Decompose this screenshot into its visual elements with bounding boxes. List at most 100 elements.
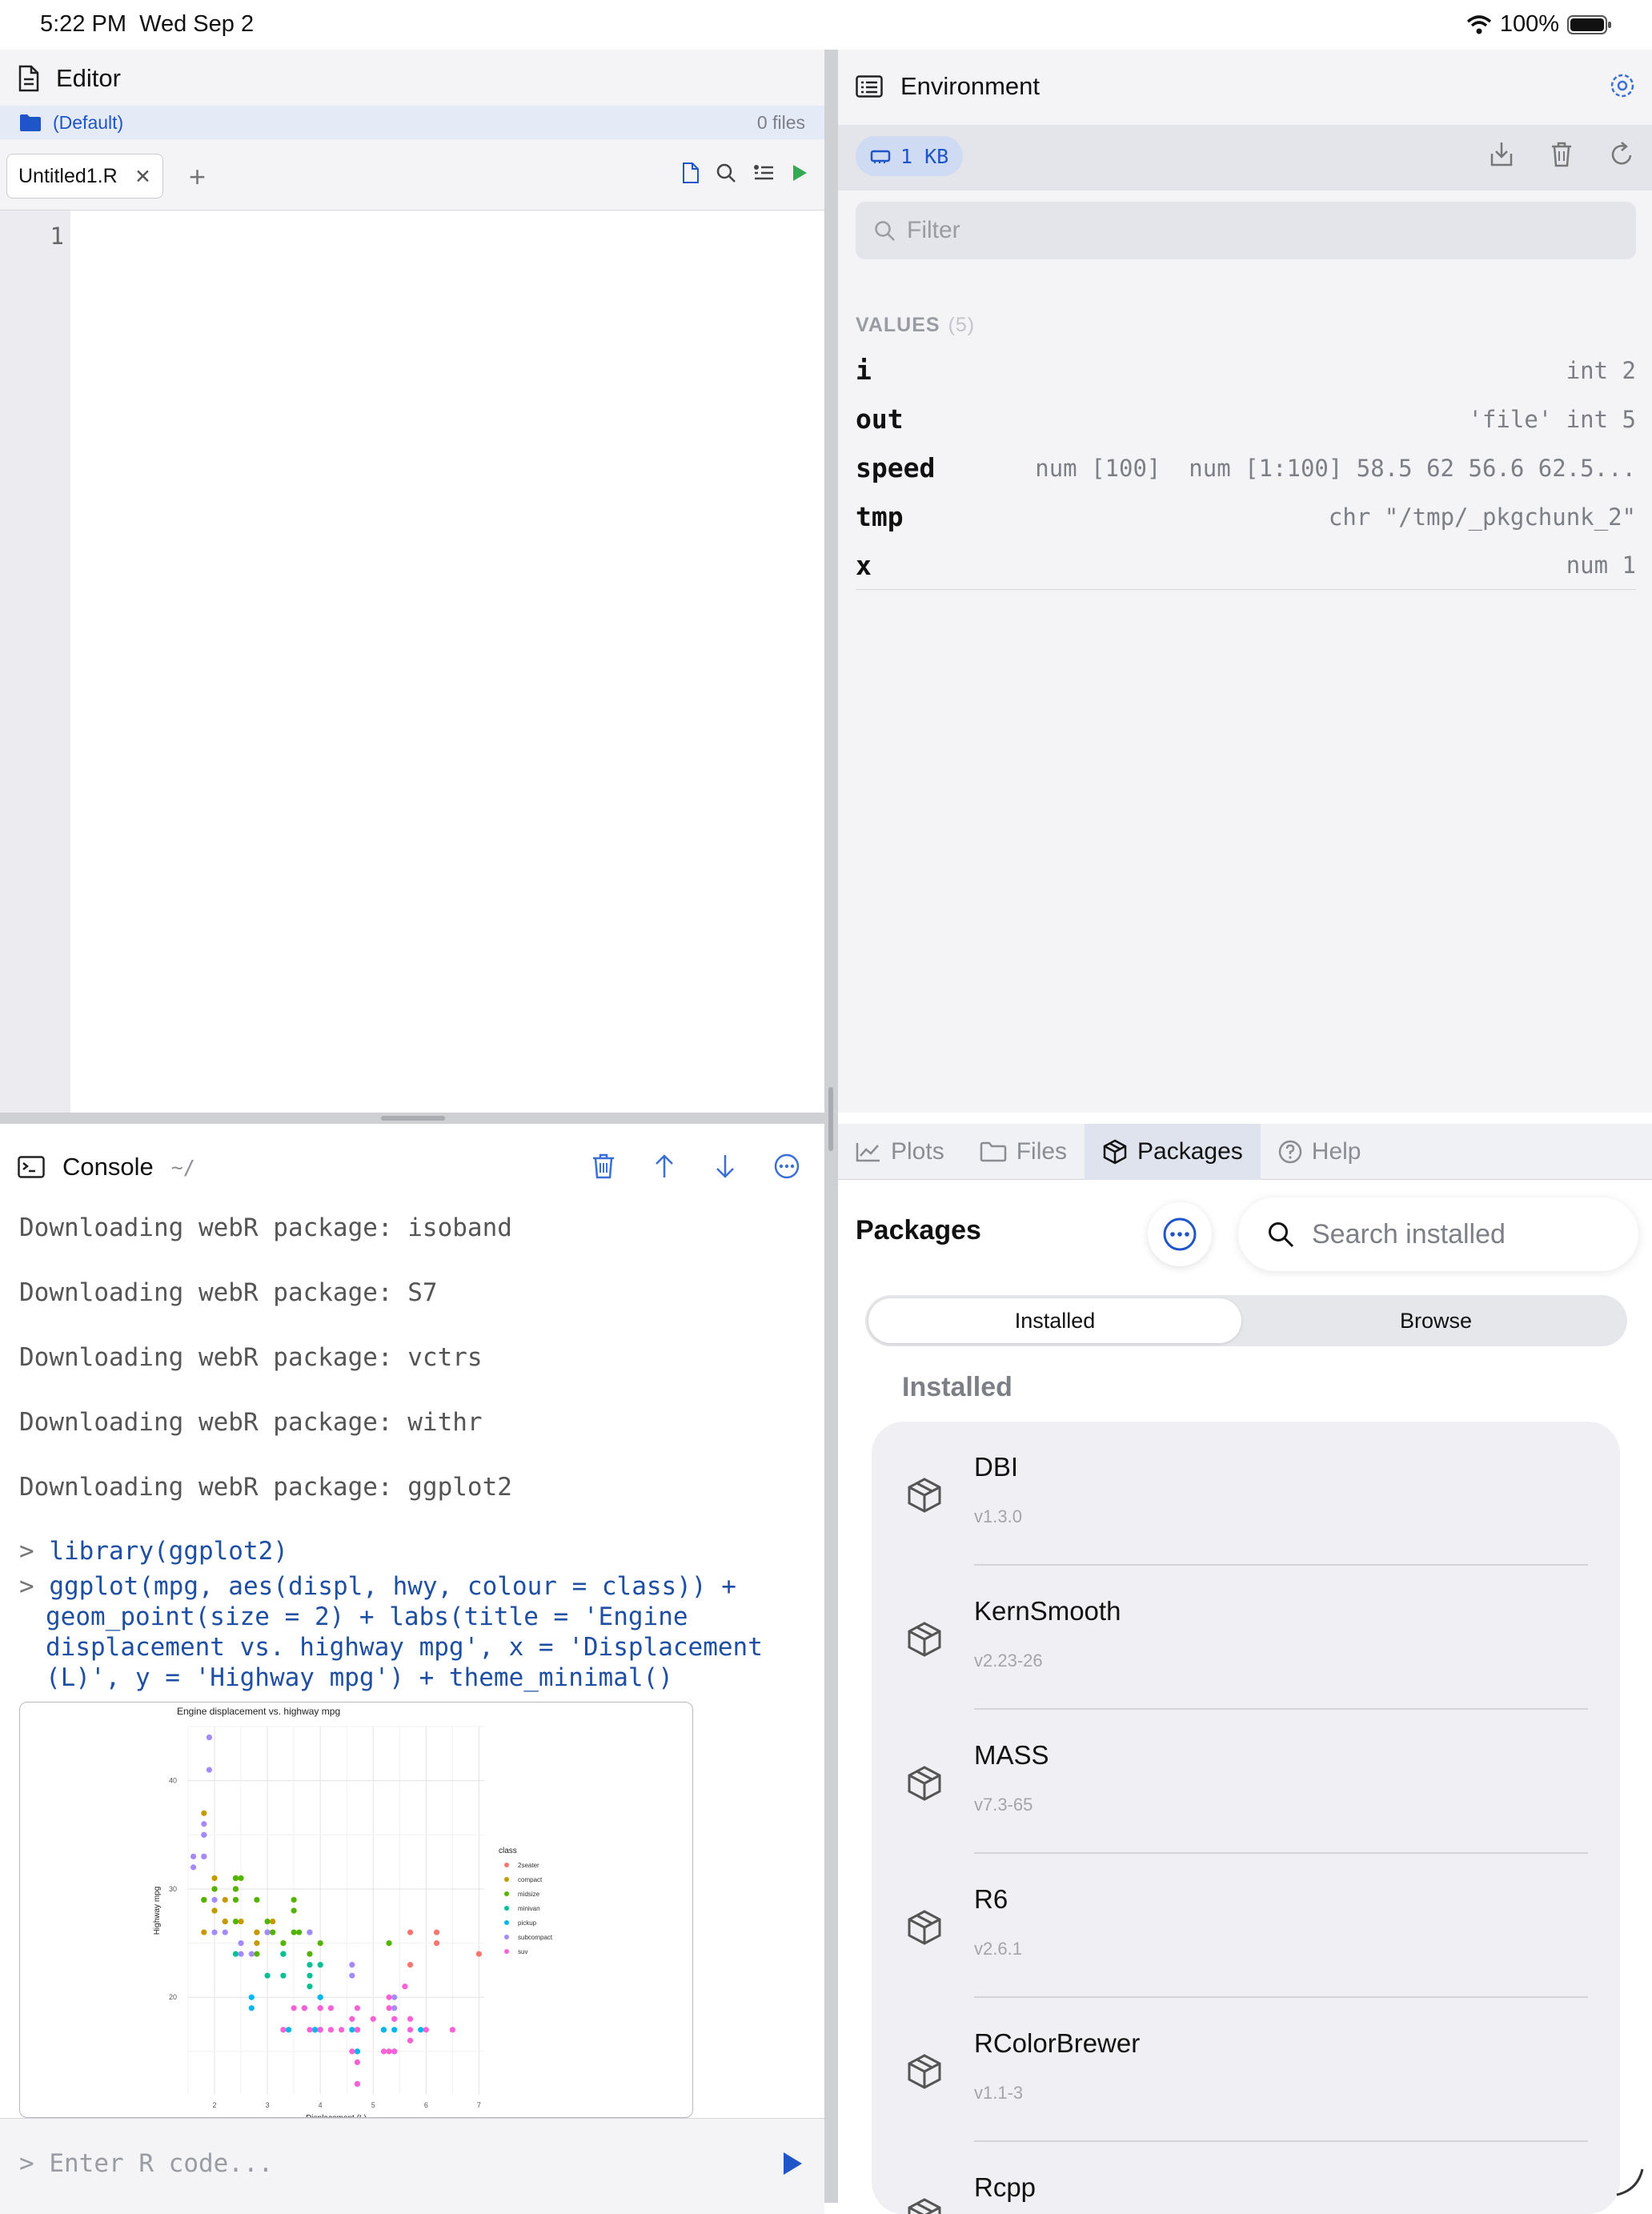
data-point: [433, 1939, 440, 1947]
data-point: [370, 2015, 376, 2022]
data-point: [201, 1853, 207, 1859]
vertical-split-divider[interactable]: [824, 50, 838, 2203]
data-point: [339, 2027, 345, 2033]
import-icon[interactable]: [1489, 141, 1514, 168]
settings-icon[interactable]: [1609, 72, 1636, 99]
history-up-icon[interactable]: [652, 1153, 677, 1180]
search-placeholder: Search installed: [1312, 1218, 1506, 1249]
left-split-divider[interactable]: [0, 1113, 824, 1124]
data-point: [206, 1767, 213, 1773]
tab-plots[interactable]: Plots: [838, 1124, 962, 1180]
data-point: [264, 1972, 271, 1979]
console-input[interactable]: > Enter R code...: [0, 2118, 824, 2214]
document-icon: [18, 65, 40, 92]
data-point: [291, 1896, 297, 1903]
status-time: 5:22 PM Wed Sep 2: [40, 11, 255, 37]
tab-packages[interactable]: Packages: [1085, 1124, 1261, 1180]
package-name: R6: [974, 1884, 1008, 1914]
variable-name: out: [856, 403, 904, 435]
data-point: [349, 1972, 355, 1979]
data-point: [248, 1951, 255, 1957]
package-row[interactable]: DBI v1.3.0: [872, 1422, 1620, 1566]
y-axis-label: Highway mpg: [153, 1887, 162, 1935]
add-tab-button[interactable]: +: [189, 160, 206, 194]
send-icon[interactable]: [781, 2151, 804, 2176]
trash-icon[interactable]: [1550, 141, 1574, 168]
data-point: [211, 1875, 218, 1882]
editor-title: Editor: [56, 64, 121, 92]
chart-icon: [856, 1141, 881, 1162]
search-icon[interactable]: [716, 162, 736, 183]
environment-header: Environment: [856, 72, 1040, 101]
data-point: [354, 2027, 361, 2033]
variable-row[interactable]: i int 2: [856, 346, 1636, 395]
segment-browse[interactable]: Browse: [1249, 1298, 1622, 1343]
memory-badge[interactable]: 1 KB: [856, 136, 964, 176]
tab-help[interactable]: Help: [1261, 1124, 1379, 1180]
data-point: [354, 2059, 361, 2066]
data-point: [254, 1929, 260, 1935]
variable-row[interactable]: tmp chr "/tmp/_pkgchunk_2": [856, 492, 1636, 541]
package-icon: [905, 1476, 944, 1514]
status-right: 100%: [1466, 11, 1612, 38]
trash-icon[interactable]: [591, 1153, 616, 1180]
data-point: [380, 2027, 387, 2033]
variable-name: x: [856, 549, 872, 581]
filter-input[interactable]: Filter: [856, 202, 1636, 259]
run-icon[interactable]: [791, 163, 808, 182]
y-tick-label: 20: [169, 1993, 177, 2001]
data-point: [285, 2027, 292, 2033]
data-point: [232, 1886, 239, 1892]
segment-installed[interactable]: Installed: [868, 1298, 1241, 1343]
resize-corner-icon[interactable]: [1614, 2166, 1646, 2198]
line-number: 1: [50, 223, 64, 250]
tab-files[interactable]: Files: [962, 1124, 1085, 1180]
data-point: [354, 2048, 361, 2055]
terminal-icon: [18, 1156, 45, 1178]
variable-row[interactable]: out 'file' int 5: [856, 395, 1636, 443]
variable-row[interactable]: x num 1: [856, 541, 1636, 590]
divider-handle[interactable]: [381, 1116, 445, 1121]
data-point: [211, 1929, 218, 1935]
data-point: [449, 2027, 455, 2033]
package-icon: [905, 2196, 944, 2214]
package-row[interactable]: R6 v2.6.1: [872, 1854, 1620, 1998]
more-options-button[interactable]: [1148, 1202, 1212, 1266]
variable-row[interactable]: speed num [100] num [1:100] 58.5 62 56.6…: [856, 443, 1636, 492]
variable-value: num 1: [1566, 551, 1636, 579]
data-point: [264, 1929, 271, 1935]
command-line: > ggplot(mpg, aes(displ, hwy, colour = c…: [19, 1572, 736, 1601]
package-row[interactable]: Rcpp: [872, 2142, 1620, 2214]
divider-handle[interactable]: [828, 1087, 833, 1151]
data-point: [238, 1951, 244, 1957]
data-point: [296, 1929, 303, 1935]
more-icon[interactable]: [773, 1153, 800, 1180]
data-point: [211, 1896, 218, 1903]
data-point: [386, 2048, 392, 2055]
legend-key: [504, 1863, 509, 1867]
package-row[interactable]: MASS v7.3-65: [872, 1710, 1620, 1854]
plot-output[interactable]: 2 3 4 5 6 7 20 30 40 Engine displacement vs. high…: [19, 1702, 693, 2118]
package-search-input[interactable]: Search installed: [1238, 1197, 1638, 1271]
data-point: [386, 1939, 392, 1947]
data-point: [354, 2005, 361, 2011]
close-icon[interactable]: ✕: [134, 165, 151, 188]
refresh-icon[interactable]: [1609, 141, 1634, 168]
new-file-icon[interactable]: [682, 162, 700, 184]
data-point: [307, 1929, 313, 1935]
data-point: [248, 2005, 255, 2011]
code-editor[interactable]: [70, 210, 824, 1113]
data-point: [232, 1875, 239, 1882]
package-icon: [905, 1620, 944, 1658]
package-row[interactable]: RColorBrewer v1.1-3: [872, 1998, 1620, 2142]
data-point: [317, 2027, 323, 2033]
data-point: [232, 1896, 239, 1903]
tab-untitled1[interactable]: Untitled1.R ✕: [6, 154, 163, 199]
history-down-icon[interactable]: [712, 1153, 738, 1180]
data-point: [391, 2048, 398, 2055]
package-row[interactable]: KernSmooth v2.23-26: [872, 1566, 1620, 1710]
console-title: Console: [62, 1153, 154, 1181]
project-bar[interactable]: (Default) 0 files: [0, 106, 824, 139]
variable-name: tmp: [856, 501, 904, 532]
outline-icon[interactable]: [752, 162, 775, 183]
